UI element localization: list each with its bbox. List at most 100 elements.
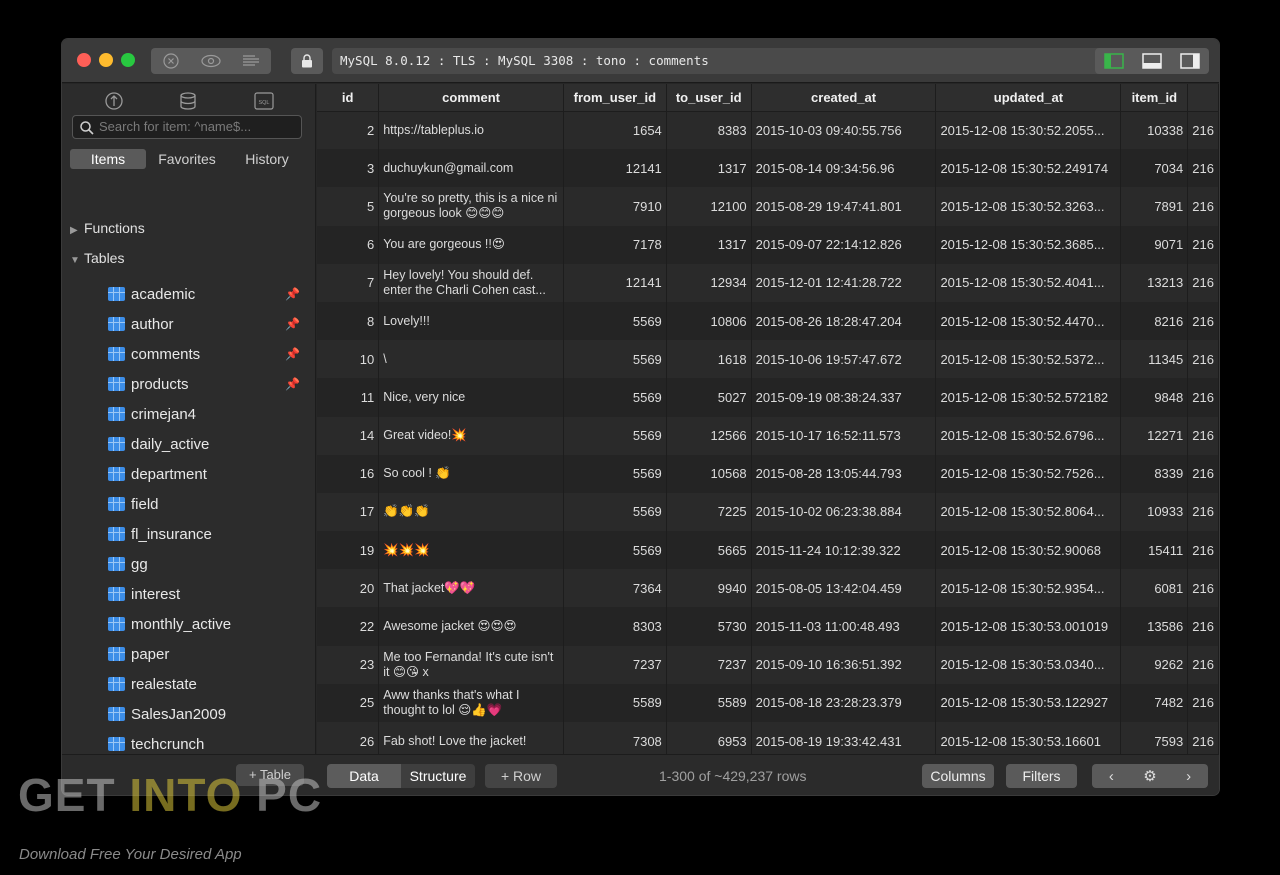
table-cell[interactable]: 2015-10-06 19:57:47.672 [751,340,937,379]
table-cell[interactable]: 216 [1187,301,1219,341]
sidebar-item-table[interactable]: interest [108,579,308,609]
table-cell[interactable]: 2015-12-08 15:30:52.90068 [935,531,1122,570]
table-row[interactable]: 7 Hey lovely! You should def. enter the C… [317,263,1219,302]
next-page-icon[interactable]: › [1169,764,1208,788]
functions-section[interactable]: ▶ Functions [70,220,145,236]
table-cell[interactable]: So cool ! 👏 [378,454,564,493]
table-cell[interactable]: Nice, very nice [378,378,564,417]
pin-icon[interactable]: 📌 [285,287,300,301]
filters-button[interactable]: Filters [1006,764,1077,788]
table-row[interactable]: 22 Awesome jacket 😍😍😍 8303 5730 2015-11-03 1… [317,607,1219,646]
table-row[interactable]: 14 Great video!💥 5569 12566 2015-10-17 16:52… [317,416,1219,455]
table-cell[interactable]: 19 [317,531,380,570]
table-cell[interactable]: You're so pretty, this is a nice ni gorg… [378,187,564,226]
table-cell[interactable]: 2 [317,111,380,150]
table-cell[interactable]: 2015-12-08 15:30:52.249174 [935,149,1122,188]
table-row[interactable]: 23 Me too Fernanda! It's cute isn't it 😊😘… [317,645,1219,684]
table-cell[interactable]: 💥💥💥 [378,531,564,570]
table-cell[interactable]: 1317 [666,225,752,264]
stop-icon[interactable] [151,48,191,74]
column-header[interactable]: id [317,84,380,112]
sidebar-item-table[interactable]: department [108,459,308,489]
sidebar-item-table[interactable]: gg [108,549,308,579]
table-cell[interactable]: 2015-10-02 06:23:38.884 [751,492,937,532]
table-cell[interactable]: 9848 [1120,378,1189,417]
table-cell[interactable]: 2015-08-29 19:47:41.801 [751,187,937,226]
table-cell[interactable]: 216 [1187,492,1219,532]
connection-address-bar[interactable]: MySQL 8.0.12 : TLS : MySQL 3308 : tono :… [332,48,1147,74]
console-log-icon[interactable] [231,48,271,74]
table-cell[interactable]: 7 [317,263,380,302]
table-cell[interactable]: 216 [1187,645,1219,684]
sidebar-item-table[interactable]: comments 📌 [108,339,308,369]
sql-query-icon[interactable]: SQL [252,90,276,112]
table-cell[interactable]: 2015-11-03 11:00:48.493 [751,607,937,646]
lock-icon[interactable] [291,48,323,74]
table-cell[interactable]: 5569 [563,416,667,455]
tab-history[interactable]: History [228,149,306,169]
table-cell[interactable]: 2015-12-01 12:41:28.722 [751,263,937,302]
column-header[interactable]: from_user_id [563,84,667,112]
table-cell[interactable]: 13586 [1120,607,1189,646]
table-cell[interactable]: 11345 [1120,340,1189,379]
toggle-bottom-panel-icon[interactable] [1133,48,1171,74]
table-cell[interactable]: 5569 [563,492,667,532]
tab-favorites[interactable]: Favorites [146,149,228,169]
table-cell[interactable]: 216 [1187,416,1219,455]
table-cell[interactable]: 8339 [1120,454,1189,493]
table-cell[interactable]: 216 [1187,187,1219,226]
table-cell[interactable]: 8303 [563,607,667,646]
table-cell[interactable]: Aww thanks that's what I thought to lol … [378,683,564,722]
table-row[interactable]: 26 Fab shot! Love the jacket! 7308 6953 2015… [317,722,1219,754]
close-window-button[interactable] [77,53,91,67]
table-cell[interactable]: You are gorgeous !!😍 [378,225,564,264]
zoom-window-button[interactable] [121,53,135,67]
table-cell[interactable]: 2015-12-08 15:30:52.2055... [935,111,1122,150]
table-row[interactable]: 8 Lovely!!! 5569 10806 2015-08-26 18:28:47.2… [317,301,1219,341]
sidebar-item-table[interactable]: daily_active [108,429,308,459]
table-cell[interactable]: 7034 [1120,149,1189,188]
table-cell[interactable]: 9262 [1120,645,1189,684]
table-cell[interactable]: 2015-09-19 08:38:24.337 [751,378,937,417]
table-cell[interactable]: 10 [317,340,380,379]
table-cell[interactable]: 2015-12-08 15:30:52.7526... [935,454,1122,493]
table-cell[interactable]: 2015-10-17 16:52:11.573 [751,416,937,455]
pin-icon[interactable]: 📌 [285,347,300,361]
table-cell[interactable]: 1618 [666,340,752,379]
previous-page-icon[interactable]: ‹ [1092,764,1131,788]
table-cell[interactable]: 7482 [1120,683,1189,722]
table-row[interactable]: 16 So cool ! 👏 5569 10568 2015-08-28 13:05:4… [317,454,1219,493]
table-cell[interactable]: 1654 [563,111,667,150]
toggle-right-panel-icon[interactable] [1171,48,1209,74]
table-cell[interactable]: Fab shot! Love the jacket! [378,722,564,754]
table-cell[interactable]: 10338 [1120,111,1189,150]
sidebar-item-table[interactable]: author 📌 [108,309,308,339]
table-cell[interactable]: 3 [317,149,380,188]
table-cell[interactable]: 216 [1187,263,1219,302]
table-cell[interactable]: 8383 [666,111,752,150]
table-cell[interactable]: 216 [1187,340,1219,379]
table-row[interactable]: 2 https://tableplus.io 1654 8383 2015-10-03 … [317,111,1219,150]
sidebar-item-table[interactable]: crimejan4 [108,399,308,429]
table-cell[interactable]: 9940 [666,569,752,608]
table-cell[interactable]: 20 [317,569,380,608]
tab-structure[interactable]: Structure [401,764,475,788]
table-cell[interactable]: Hey lovely! You should def. enter the Ch… [378,263,564,302]
table-cell[interactable]: 2015-08-19 19:33:42.431 [751,722,937,754]
sidebar-item-table[interactable]: fl_insurance [108,519,308,549]
table-cell[interactable]: 216 [1187,111,1219,150]
sidebar-item-table[interactable]: realestate [108,669,308,699]
tab-data[interactable]: Data [327,764,401,788]
table-cell[interactable]: 7237 [563,645,667,684]
table-cell[interactable]: 216 [1187,683,1219,722]
table-cell[interactable]: Lovely!!! [378,301,564,341]
column-header[interactable]: updated_at [935,84,1122,112]
table-row[interactable]: 25 Aww thanks that's what I thought to lo… [317,683,1219,722]
table-row[interactable]: 5 You're so pretty, this is a nice ni gor… [317,187,1219,226]
table-cell[interactable]: duchuykun@gmail.com [378,149,564,188]
table-cell[interactable]: 5730 [666,607,752,646]
tables-section[interactable]: ▼ Tables [70,250,124,266]
sidebar-item-table[interactable]: products 📌 [108,369,308,399]
table-cell[interactable]: 16 [317,454,380,493]
table-cell[interactable]: 5589 [563,683,667,722]
